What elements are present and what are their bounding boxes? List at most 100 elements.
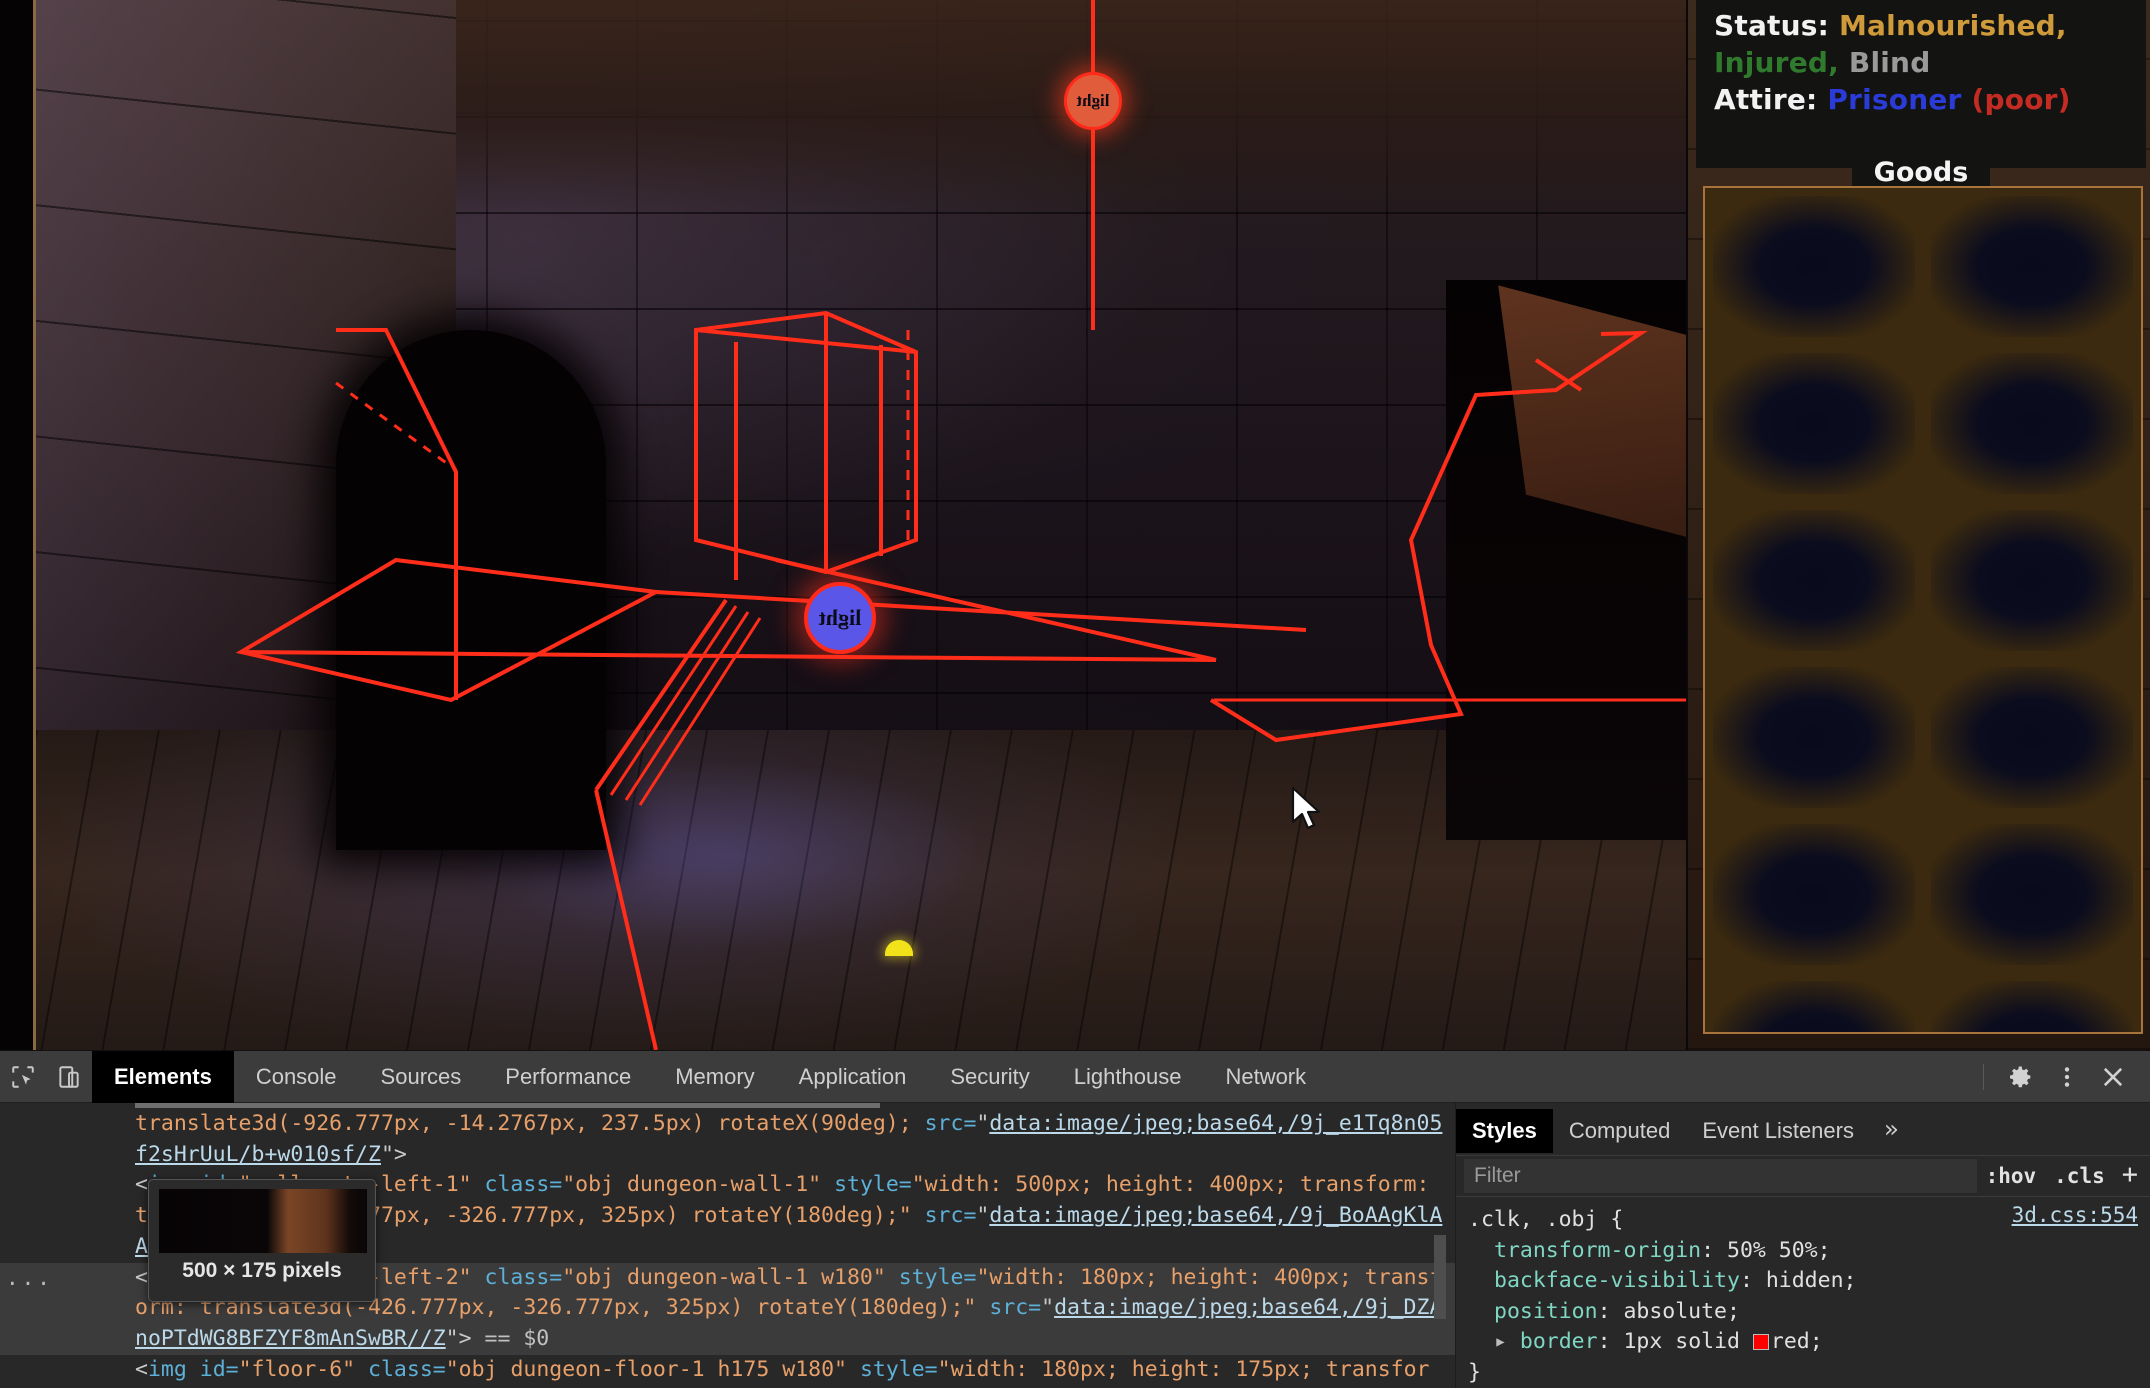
dom-token-punct: < [135, 1264, 148, 1290]
dom-token-sp [472, 1172, 485, 1197]
game-3d-scene[interactable]: light light [33, 0, 1686, 1050]
dom-token-punct: "> [380, 1141, 407, 1167]
mouse-cursor [1291, 786, 1321, 830]
status-value-blind: Blind [1848, 45, 1931, 79]
styles-tab-event-listeners[interactable]: Event Listeners [1686, 1109, 1870, 1153]
css-value[interactable]: absolute; [1623, 1299, 1740, 1324]
css-value[interactable]: hidden; [1766, 1268, 1857, 1293]
light-sprite-far[interactable]: light [1064, 72, 1122, 130]
dom-token-val: "obj dungeon-floor-1 h175 w180" [445, 1356, 847, 1382]
dom-token-val: "floor-6" [238, 1356, 356, 1382]
dom-node-line-continuation-floor[interactable]: translate3d(-926.777px, -14.2767px, 237.… [0, 1109, 1455, 1170]
attire-line: Attire: Prisoner (poor) [1714, 82, 2128, 119]
dom-token-sp [912, 1111, 925, 1136]
css-declaration[interactable]: position: absolute; [1468, 1297, 2150, 1328]
devtools-tab-performance[interactable]: Performance [483, 1051, 653, 1103]
devtools-tab-console[interactable]: Console [234, 1051, 359, 1103]
goods-slot[interactable] [1713, 196, 1915, 337]
goods-inventory-grid[interactable] [1703, 186, 2143, 1034]
color-swatch[interactable] [1752, 1334, 1769, 1351]
hud-status-block: Status: Malnourished, Injured, Blind Att… [1696, 0, 2146, 168]
styles-tab-styles[interactable]: Styles [1456, 1109, 1553, 1153]
devtools-tabbar: Elements Console Sources Performance Memory A… [0, 1050, 2150, 1103]
dom-token-punct: < [135, 1356, 148, 1382]
new-style-rule-button[interactable]: + [2114, 1159, 2150, 1194]
expand-arrow-icon[interactable]: ▸ [1494, 1329, 1507, 1354]
goods-slot[interactable] [1931, 196, 2133, 337]
devtools-tab-network[interactable]: Network [1203, 1051, 1328, 1103]
goods-slot[interactable] [1713, 510, 1915, 651]
attire-value: Prisoner [1827, 82, 1962, 116]
game-hud-panel: Status: Malnourished, Injured, Blind Att… [1686, 0, 2150, 1050]
image-hover-preview: 500 × 175 pixels [148, 1179, 376, 1302]
devtools-tab-application[interactable]: Application [777, 1051, 929, 1103]
dom-token-punct: " [976, 1203, 990, 1229]
goods-slot[interactable] [1713, 353, 1915, 494]
game-viewport[interactable]: light light Status: Malnourished, Injure… [0, 0, 2150, 1050]
devtools-tabbar-actions [1969, 1051, 2150, 1103]
dom-token-tag: class= [368, 1356, 446, 1382]
cls-toggle[interactable]: .cls [2045, 1164, 2114, 1188]
device-toolbar-icon[interactable] [46, 1051, 92, 1103]
css-declaration[interactable]: transform-origin: 50% 50%; [1468, 1236, 2150, 1267]
css-value[interactable]: 50% 50%; [1727, 1238, 1831, 1263]
dom-token-tag: src= [924, 1111, 977, 1136]
dom-token-tag: style= [898, 1264, 977, 1290]
styles-filter-bar: :hov .cls + [1456, 1155, 2150, 1197]
devtools-tab-memory[interactable]: Memory [653, 1051, 776, 1103]
css-value[interactable]: 1px solid [1623, 1329, 1740, 1354]
styles-filter-input[interactable] [1464, 1159, 1977, 1193]
dom-token-tag: style= [834, 1172, 912, 1198]
status-line-2: Injured, Blind [1714, 45, 2128, 82]
dom-token-val: "obj dungeon-wall-1 w180" [562, 1264, 886, 1290]
gear-icon[interactable] [1998, 1051, 2044, 1103]
dom-token-sp [886, 1265, 899, 1290]
goods-slot[interactable] [1713, 667, 1915, 808]
css-property: border [1519, 1329, 1598, 1355]
devtools-tab-lighthouse[interactable]: Lighthouse [1052, 1051, 1204, 1103]
dom-token-punct: " [1041, 1295, 1055, 1321]
goods-slot[interactable] [1931, 510, 2133, 651]
goods-slot[interactable] [1931, 353, 2133, 494]
hov-toggle[interactable]: :hov [1977, 1164, 2046, 1188]
devtools-tab-elements[interactable]: Elements [92, 1050, 234, 1103]
dom-node-line-floor-6[interactable]: <img id="floor-6" class="obj dungeon-flo… [0, 1355, 1455, 1388]
dom-token-sp [976, 1295, 989, 1320]
devtools-tab-sources[interactable]: Sources [359, 1051, 484, 1103]
goods-slot[interactable] [1931, 824, 2133, 965]
goods-slot[interactable] [1713, 981, 1915, 1032]
css-declaration[interactable]: backface-visibility: hidden; [1468, 1266, 2150, 1297]
dom-vertical-scrollbar[interactable] [1434, 1235, 1446, 1319]
devtools-tab-security[interactable]: Security [928, 1051, 1051, 1103]
style-source-link[interactable]: 3d.css:554 [2012, 1203, 2138, 1227]
dom-token-dollar: == $0 [484, 1326, 550, 1352]
status-value-injured: Injured, [1714, 45, 1839, 79]
dom-token-sp [187, 1357, 200, 1382]
css-rule-close: } [1468, 1359, 1481, 1385]
dom-horizontal-scrollbar[interactable] [135, 1103, 880, 1108]
goods-slot[interactable] [1713, 824, 1915, 965]
kebab-menu-icon[interactable] [2044, 1051, 2090, 1103]
status-value-malnourished: Malnourished, [1838, 9, 2067, 42]
devtools-panel: Elements Console Sources Performance Memory A… [0, 1050, 2150, 1388]
styles-tab-computed[interactable]: Computed [1553, 1109, 1687, 1153]
dom-token-tag: style= [859, 1356, 938, 1382]
light-sprite-near[interactable]: light [804, 582, 876, 654]
dom-breadcrumb-ellipsis[interactable]: ... [6, 1263, 53, 1293]
goods-slot[interactable] [1931, 667, 2133, 808]
toolbar-divider [1983, 1063, 1984, 1090]
css-property: position [1494, 1298, 1598, 1324]
inspect-icon[interactable] [0, 1051, 46, 1103]
more-tabs-icon[interactable]: » [1870, 1115, 1912, 1143]
dom-token-tag: src= [989, 1295, 1042, 1321]
css-value-tail[interactable]: red; [1771, 1329, 1823, 1354]
dom-token-sp [355, 1357, 368, 1382]
css-declaration[interactable]: ▸ border: 1px solid red; [1468, 1327, 2150, 1358]
status-line: Status: Malnourished, [1714, 8, 2128, 45]
dungeon-archway [336, 330, 606, 850]
dom-token-sp [472, 1326, 485, 1351]
goods-slot[interactable] [1931, 981, 2133, 1032]
dom-token-sp [912, 1203, 925, 1228]
status-label: Status: [1714, 9, 1830, 42]
close-icon[interactable] [2090, 1051, 2136, 1103]
